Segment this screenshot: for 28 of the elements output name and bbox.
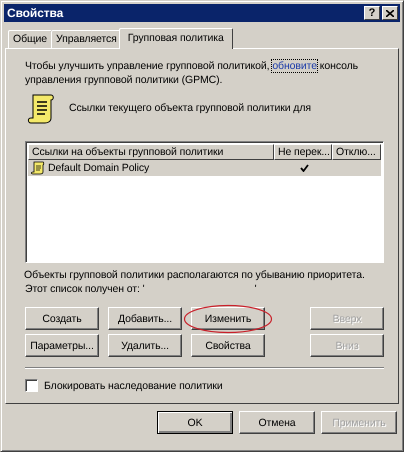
column-header[interactable]: Отклю... — [332, 144, 381, 160]
dialog-button[interactable]: OK — [157, 411, 233, 434]
window-title: Свойства — [7, 6, 64, 20]
tab[interactable]: Общие — [8, 30, 52, 48]
action-button[interactable]: Удалить... — [108, 334, 182, 357]
dialog-button[interactable]: Отмена — [239, 411, 315, 434]
help-button[interactable]: ? — [364, 6, 380, 20]
source-label: Этот список получен от: ' — [25, 283, 145, 295]
close-button[interactable] — [382, 6, 398, 20]
checkbox-label: Блокировать наследование политики — [44, 380, 223, 392]
checkbox[interactable] — [25, 379, 38, 392]
close-icon — [386, 10, 394, 16]
source-quote: ' — [254, 283, 256, 295]
column-header[interactable]: Ссылки на объекты групповой политики — [28, 144, 274, 160]
action-button[interactable]: Параметры... — [25, 334, 99, 357]
order-note: Объекты групповой политики располагаются по убыванию приоритета. — [24, 269, 366, 281]
action-button[interactable]: Создать — [25, 307, 99, 330]
column-header[interactable]: Не перек... — [274, 144, 332, 160]
tab[interactable]: Групповая политика — [118, 28, 233, 49]
action-button[interactable]: Изменить — [191, 307, 265, 330]
links-caption: Ссылки текущего объекта групповой политики для — [69, 102, 311, 114]
update-link[interactable]: обновите — [272, 60, 317, 72]
upgrade-notice: Чтобы улучшить управление групповой политикой, обновите консоль управления групповой политики (GPMC). — [25, 59, 360, 87]
action-button[interactable]: Добавить... — [108, 307, 182, 330]
scroll-icon — [31, 161, 45, 175]
action-button[interactable]: Свойства — [191, 334, 265, 357]
list-row[interactable]: Default Domain Policy — [28, 160, 381, 176]
policy-name: Default Domain Policy — [48, 162, 150, 174]
